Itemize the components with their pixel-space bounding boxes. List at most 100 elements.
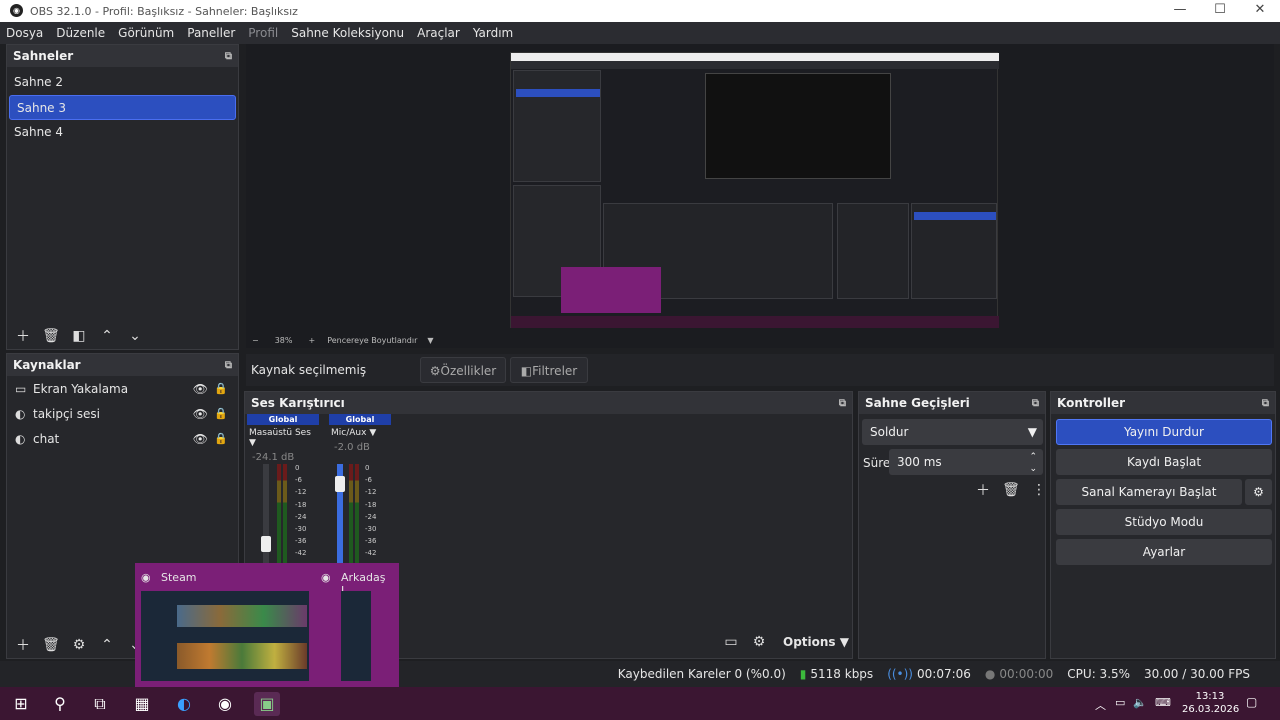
remove-source-button[interactable]: 🗑	[37, 637, 65, 653]
source-item[interactable]: ▭ Ekran Yakalama 👁 🔒	[7, 376, 238, 401]
menu-scene-collection[interactable]: Sahne Koleksiyonu	[291, 26, 404, 40]
channel-name[interactable]: Mic/Aux ▼	[329, 425, 391, 441]
chevron-down-icon[interactable]: ▼	[427, 336, 433, 345]
zoom-out-button[interactable]: −	[252, 336, 259, 345]
preview-canvas	[510, 52, 999, 328]
nested-preview	[705, 73, 891, 179]
scene-filters-button[interactable]: ◧	[65, 328, 93, 344]
menu-edit[interactable]: Düzenle	[56, 26, 105, 40]
source-item[interactable]: ◐ takipçi sesi 👁 🔒	[7, 401, 238, 426]
virtual-camera-button[interactable]: Sanal Kamerayı Başlat	[1056, 479, 1242, 505]
menu-help[interactable]: Yardım	[473, 26, 513, 40]
source-label: Ekran Yakalama	[33, 381, 129, 396]
notification-icon[interactable]: ▢	[1246, 695, 1257, 709]
filters-button[interactable]: ◧Filtreler	[510, 357, 588, 383]
steam-thumbnail[interactable]	[141, 591, 309, 681]
steam-icon: ◉	[141, 571, 151, 584]
scene-item-selected[interactable]: Sahne 3	[9, 95, 236, 120]
no-source-label: Kaynak seçilmemiş	[251, 363, 367, 377]
fader-handle[interactable]	[261, 536, 271, 552]
menu-bar: Dosya Düzenle Görünüm Paneller Profil Sa…	[0, 22, 1280, 44]
windows-taskbar: ⊞ ⚲ ⧉ ▦ ◐ ◉ ▣ ︿ ▭ 🔈 ⌨ 13:13 26.03.2026 ▢	[0, 687, 1280, 720]
preview-area[interactable]	[246, 44, 1274, 332]
lock-icon[interactable]: 🔒	[214, 407, 228, 420]
source-item[interactable]: ◐ chat 👁 🔒	[7, 426, 238, 451]
chevron-down-icon: ▼	[1027, 425, 1037, 439]
channel-name[interactable]: Masaüstü Ses ▼	[247, 425, 319, 451]
studio-mode-button[interactable]: Stüdyo Modu	[1056, 509, 1272, 535]
chevron-down-icon: ▼	[249, 438, 256, 448]
options-button[interactable]: Options ▼	[783, 635, 849, 649]
settings-button[interactable]: Ayarlar	[1056, 539, 1272, 565]
gear-icon: ⚙	[429, 364, 441, 378]
zoom-in-button[interactable]: +	[308, 336, 315, 345]
gear-icon[interactable]: ⚙	[1245, 479, 1272, 505]
lock-icon[interactable]: 🔒	[214, 432, 228, 445]
undock-icon[interactable]: ⧉	[225, 51, 232, 62]
stop-stream-button[interactable]: Yayını Durdur	[1056, 419, 1272, 445]
gear-icon[interactable]: ⚙	[745, 634, 773, 650]
scenes-dock: Sahneler ⧉ Sahne 2 Sahne 3 Sahne 4 ＋ 🗑 ◧ …	[6, 44, 239, 350]
obs-icon[interactable]: ◉	[212, 692, 238, 716]
browser-icon: ◐	[15, 406, 26, 421]
menu-docks[interactable]: Paneller	[187, 26, 235, 40]
menu-view[interactable]: Görünüm	[118, 26, 174, 40]
nested-titlebar	[511, 53, 999, 61]
minimize-button[interactable]: —	[1160, 0, 1200, 22]
more-icon[interactable]: ⋮	[1025, 482, 1053, 498]
db-scale: 0 -6 -12 -18 -24 -30 -36 -42	[295, 464, 307, 558]
move-down-button[interactable]: ⌄	[121, 328, 149, 344]
scene-item[interactable]: Sahne 4	[7, 120, 238, 145]
tray-chevron-icon[interactable]: ︿	[1095, 697, 1106, 713]
task-view-icon[interactable]: ⧉	[87, 692, 113, 716]
remove-transition-button[interactable]: 🗑	[997, 482, 1025, 498]
undock-icon[interactable]: ⧉	[839, 398, 846, 409]
start-recording-button[interactable]: Kaydı Başlat	[1056, 449, 1272, 475]
stream-time: 00:07:06	[917, 667, 971, 681]
steam-app-icon[interactable]: ▣	[254, 692, 280, 716]
friends-thumbnail[interactable]	[341, 591, 371, 681]
visibility-icon[interactable]: 👁	[193, 432, 208, 446]
clock[interactable]: 13:13 26.03.2026	[1182, 690, 1239, 716]
lock-icon[interactable]: 🔒	[214, 382, 228, 395]
scene-item[interactable]: Sahne 2	[7, 70, 238, 95]
gear-icon[interactable]: ⚙	[65, 637, 93, 653]
remove-scene-button[interactable]: 🗑	[37, 328, 65, 344]
menu-tools[interactable]: Araçlar	[417, 26, 460, 40]
nested-stream-button	[914, 212, 996, 220]
fader-track[interactable]	[263, 464, 269, 574]
move-up-button[interactable]: ⌃	[93, 637, 121, 653]
close-button[interactable]: ✕	[1240, 0, 1280, 22]
network-icon[interactable]: ▭	[1115, 696, 1125, 709]
visibility-icon[interactable]: 👁	[193, 407, 208, 421]
undock-icon[interactable]: ⧉	[1032, 398, 1039, 409]
properties-button[interactable]: ⚙Özellikler	[420, 357, 506, 383]
keyboard-icon[interactable]: ⌨	[1155, 696, 1171, 709]
menu-profile[interactable]: Profil	[248, 26, 278, 40]
menu-file[interactable]: Dosya	[6, 26, 43, 40]
context-bar: Kaynak seçilmemiş ⚙Özellikler ◧Filtreler	[246, 354, 1274, 386]
search-icon[interactable]: ⚲	[47, 692, 73, 716]
fader-handle[interactable]	[335, 476, 345, 492]
undock-icon[interactable]: ⧉	[1262, 398, 1269, 409]
windows-start-icon[interactable]: ⊞	[8, 692, 34, 716]
store-icon[interactable]: ▦	[129, 692, 155, 716]
move-up-button[interactable]: ⌃	[93, 328, 121, 344]
maximize-button[interactable]: ☐	[1200, 0, 1240, 22]
fit-mode[interactable]: Pencereye Boyutlandır	[327, 336, 417, 345]
edge-icon[interactable]: ◐	[171, 692, 197, 716]
add-transition-button[interactable]: ＋	[969, 480, 997, 500]
undock-icon[interactable]: ⧉	[225, 360, 232, 371]
visibility-icon[interactable]: 👁	[193, 382, 208, 396]
volume-icon[interactable]: 🔈	[1133, 696, 1147, 709]
nested-selected-scene	[516, 89, 600, 97]
layout-icon[interactable]: ▭	[717, 634, 745, 650]
add-source-button[interactable]: ＋	[9, 635, 37, 655]
level-meter	[349, 464, 353, 574]
add-scene-button[interactable]: ＋	[9, 326, 37, 346]
signal-icon: ▮	[799, 667, 807, 681]
transition-select[interactable]: Soldur ▼	[862, 419, 1043, 445]
duration-input[interactable]: 300 ms ⌃ ⌄	[889, 449, 1043, 475]
stream-icon: ((•))	[887, 667, 913, 681]
sources-title: Kaynaklar	[13, 358, 81, 372]
